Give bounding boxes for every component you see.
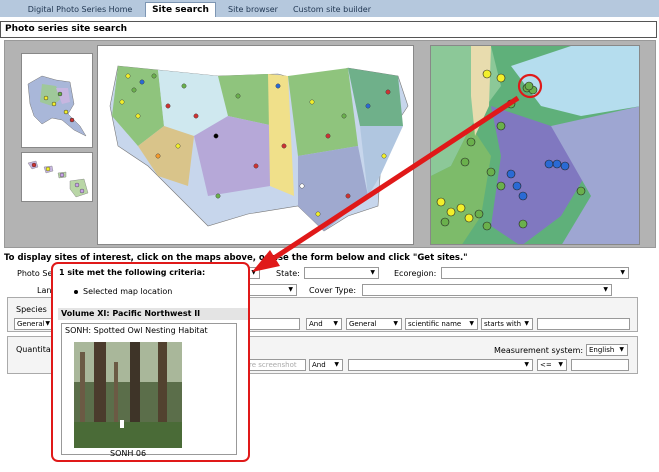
- site-card[interactable]: SONH: Spotted Owl Nesting Habitat SONH 0…: [61, 323, 237, 458]
- site-title: SONH: Spotted Owl Nesting Habitat: [65, 326, 208, 335]
- bullet-icon: [74, 290, 78, 294]
- criteria-title: 1 site met the following criteria:: [59, 268, 206, 277]
- site-result-popup: 1 site met the following criteria: Selec…: [51, 262, 250, 462]
- photo-caption: SONH 06: [110, 449, 147, 458]
- site-photo[interactable]: [74, 342, 182, 448]
- volume-title: Volume XI: Pacific Northwest II: [58, 308, 248, 320]
- criteria-item: Selected map location: [83, 287, 173, 296]
